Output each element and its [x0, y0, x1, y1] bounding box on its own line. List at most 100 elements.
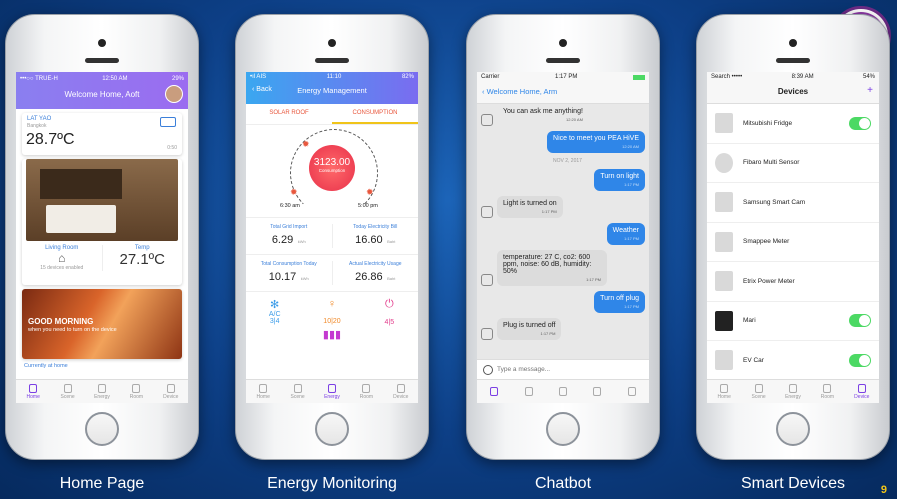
plug-item[interactable]: ⏻ 4|5 — [361, 298, 418, 326]
message-text: Turn off plug — [600, 295, 639, 302]
home-button[interactable] — [776, 412, 810, 446]
door-icon — [823, 383, 832, 393]
ev-charger-icon — [715, 350, 733, 371]
bot-avatar-icon — [481, 206, 493, 218]
camera-icon — [715, 192, 733, 213]
bulb-icon: ♀ — [327, 298, 337, 310]
tab-scene[interactable]: Scene — [280, 380, 314, 403]
stat-unit: Baht — [387, 276, 396, 281]
home-icon — [490, 386, 499, 396]
fan-icon: ✻ — [270, 299, 280, 311]
room-card[interactable]: Living Room ⌂ 15 devices enabled Temp 27… — [22, 159, 182, 285]
room-photo — [26, 159, 178, 241]
tab-device[interactable]: Device — [384, 380, 418, 403]
chat-header: Carrier 1:17 PM ‹ Welcome Home, Arm — [477, 72, 649, 104]
weather-card[interactable]: LAT YAO Bangkok 28.7ºC 0:50 — [22, 113, 182, 155]
device-row[interactable]: Smappee Meter — [707, 223, 879, 262]
tab-label: Device — [854, 393, 870, 400]
stat-label: Today Electricity Bill — [353, 224, 398, 230]
device-icon — [627, 386, 636, 396]
tab-label: Device — [163, 393, 179, 400]
stat-label: Actual Electricity Usage — [348, 261, 402, 267]
home-button[interactable] — [85, 412, 119, 446]
add-device-button[interactable]: + — [867, 85, 873, 96]
home-button[interactable] — [315, 412, 349, 446]
clock: 11:10 — [326, 74, 342, 80]
bot-avatar-icon — [481, 114, 493, 126]
tab-label: Room — [820, 393, 835, 400]
tab-room[interactable]: Room — [119, 380, 153, 403]
device-row[interactable]: Mitsubishi Fridge — [707, 104, 879, 144]
device-row[interactable]: EV Car — [707, 341, 879, 381]
light-item[interactable]: ♀ 10|20 — [303, 298, 360, 326]
tab-scene[interactable] — [511, 380, 545, 403]
device-toggle[interactable] — [849, 314, 871, 328]
tab-device[interactable]: Device — [154, 380, 188, 403]
message-input[interactable] — [497, 366, 617, 373]
home-button[interactable] — [546, 412, 580, 446]
tab-home[interactable]: Home — [246, 380, 280, 403]
tab-label: Energy — [94, 393, 110, 400]
user-message: Turn off plug 1:17 PM — [481, 291, 645, 313]
tab-home[interactable]: Home — [16, 380, 50, 403]
segment-control: SOLAR ROOF CONSUMPTION — [246, 104, 418, 125]
bot-message: temperature: 27 C, co2: 600 ppm, noise: … — [481, 250, 645, 286]
device-name: Mitsubishi Fridge — [743, 119, 793, 127]
update-time: 0:50 — [167, 145, 177, 151]
appliance-row: ✻ A/C 3|4 ♀ 10|20 ⏻ 4|5 — [246, 291, 418, 326]
consumption-circle: 3123.00 Consumption — [309, 145, 355, 191]
plug-icon: ⏻ — [384, 298, 394, 310]
carrier: Carrier — [481, 74, 500, 80]
device-row[interactable]: Fibaro Multi Sensor — [707, 144, 879, 183]
device-toggle[interactable] — [849, 116, 871, 130]
message-text: Turn on light — [600, 173, 639, 180]
tab-solar-roof[interactable]: SOLAR ROOF — [246, 104, 332, 124]
tab-device[interactable]: Device — [845, 380, 879, 403]
back-button[interactable]: ‹ Welcome Home, Arm — [482, 87, 557, 96]
tab-room[interactable]: Room — [810, 380, 844, 403]
mic-icon[interactable] — [483, 364, 493, 375]
door-icon — [593, 386, 602, 396]
tab-home[interactable] — [477, 380, 511, 403]
device-row[interactable]: Mari — [707, 302, 879, 341]
timestamp: 1:17 PM — [541, 209, 557, 214]
battery: 54% — [862, 74, 875, 80]
tab-room[interactable]: Room — [349, 380, 383, 403]
consumption-label: Consumption — [318, 168, 346, 173]
user-message: Weather 1:17 PM — [481, 223, 645, 245]
scene-icon — [754, 383, 763, 393]
tab-energy[interactable]: Energy — [315, 380, 349, 403]
device-row[interactable]: Etrix Power Meter — [707, 262, 879, 302]
timestamp: 1:17 PM — [540, 331, 556, 336]
energy-header: •ıl AIS 11:10 82% ‹ Back Energy Management — [246, 72, 418, 104]
tab-energy[interactable] — [546, 380, 580, 403]
device-name: Mari — [743, 317, 756, 325]
device-icon — [857, 383, 866, 393]
ac-count: 3|4 — [269, 318, 280, 325]
tab-scene[interactable]: Scene — [50, 380, 84, 403]
ac-item[interactable]: ✻ A/C 3|4 — [246, 298, 303, 326]
weather-icon — [160, 117, 176, 127]
tab-energy[interactable]: Energy — [776, 380, 810, 403]
bot-message: Plug is turned off 1:17 PM — [481, 318, 645, 340]
device-row[interactable]: Samsung Smart Cam — [707, 183, 879, 223]
devices-count: 15 devices enabled — [40, 265, 84, 271]
device-toggle[interactable] — [849, 353, 871, 367]
room-temp: 27.1ºC — [119, 251, 165, 268]
tab-room[interactable] — [580, 380, 614, 403]
sunrise-icon: ✹ — [290, 187, 298, 197]
message-list[interactable]: You can ask me anything! 12:20 AM Nice to… — [477, 104, 649, 379]
tab-home[interactable]: Home — [707, 380, 741, 403]
bolt-icon — [559, 386, 568, 396]
tab-scene[interactable]: Scene — [741, 380, 775, 403]
message-text: temperature: 27 C, co2: 600 ppm, noise: … — [503, 254, 592, 275]
tab-consumption[interactable]: CONSUMPTION — [332, 104, 418, 124]
avatar[interactable] — [165, 85, 183, 103]
scene-banner[interactable]: GOOD MORNING when you need to turn on th… — [22, 289, 182, 359]
tab-device[interactable] — [615, 380, 649, 403]
chart-icon[interactable]: ▮▮▮ — [246, 328, 418, 341]
bot-message: You can ask me anything! 12:20 AM — [481, 104, 645, 126]
caption-energy-monitoring: Energy Monitoring — [267, 475, 397, 492]
banner-title: GOOD MORNING — [28, 317, 94, 326]
tab-energy[interactable]: Energy — [85, 380, 119, 403]
